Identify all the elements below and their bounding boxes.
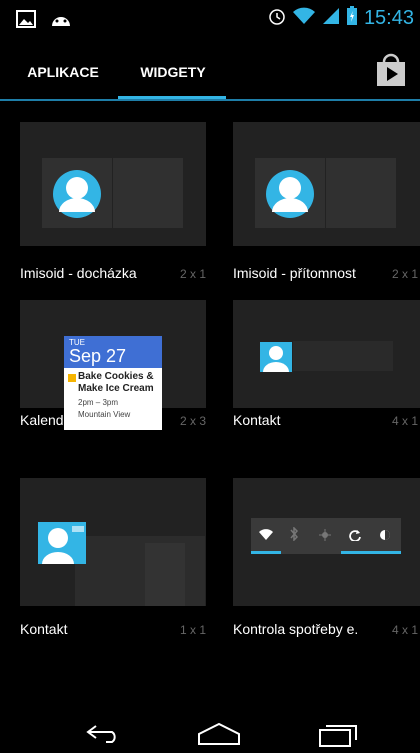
- bluetooth-icon: [289, 526, 299, 546]
- android-icon: [50, 11, 72, 32]
- widget-preview: [233, 300, 420, 408]
- gps-icon: [319, 528, 331, 546]
- power-control-bar: [251, 518, 401, 554]
- home-icon[interactable]: [196, 722, 242, 751]
- signal-icon: [322, 7, 340, 30]
- clock: 15:43: [363, 7, 414, 29]
- widget-name: Imisoid - přítomnost: [233, 265, 356, 281]
- widget-preview: [20, 122, 206, 246]
- contact-avatar-icon: [53, 170, 101, 223]
- sync-icon: [349, 528, 361, 546]
- recents-icon[interactable]: [318, 720, 360, 753]
- widget-name: Imisoid - docházka: [20, 265, 137, 281]
- widget-name: Kontrola spotřeby e.: [233, 621, 359, 637]
- alarm-icon: [268, 7, 286, 30]
- battery-charging-icon: [346, 6, 358, 31]
- contact-card-icon: [260, 342, 292, 377]
- play-store-icon[interactable]: [374, 52, 408, 93]
- calendar-event-card: Bake Cookies & Make Ice Cream 2pm – 3pm …: [64, 368, 162, 430]
- widget-item[interactable]: TUE Sep 27 Bake Cookies & Make Ice Cream…: [20, 300, 206, 430]
- widget-size: 4 x 1: [391, 414, 418, 428]
- calendar-event-title: Bake Cookies & Make Ice Cream: [78, 371, 154, 394]
- widget-name: Kontakt: [20, 621, 68, 637]
- brightness-icon: [379, 528, 391, 546]
- wifi-icon: [292, 7, 316, 30]
- widget-item[interactable]: Kontakt 4 x 1: [233, 300, 420, 430]
- widget-size: 2 x 1: [179, 267, 206, 281]
- widget-item[interactable]: Imisoid - docházka 2 x 1: [20, 122, 206, 281]
- widget-preview: [20, 478, 206, 606]
- contact-avatar-icon: [266, 170, 314, 223]
- tab-bar: APLIKACE WIDGETY: [0, 38, 420, 101]
- widget-name: Kontakt: [233, 412, 281, 428]
- calendar-date: Sep 27: [69, 346, 127, 366]
- widget-name: Kalendář: [20, 412, 77, 428]
- widget-preview: TUE Sep 27 Bake Cookies & Make Ice Cream…: [20, 300, 206, 430]
- gallery-icon: [16, 10, 36, 33]
- widget-size: 4 x 1: [391, 623, 418, 637]
- widget-item[interactable]: Imisoid - přítomnost 2 x 1: [233, 122, 420, 281]
- calendar-event-location: Mountain View: [78, 410, 131, 419]
- contact-card-icon: [38, 522, 86, 569]
- calendar-header: TUE Sep 27: [64, 336, 162, 368]
- widget-size: 1 x 1: [179, 623, 206, 637]
- widget-preview: [233, 478, 420, 606]
- status-bar: 15:43: [0, 0, 420, 38]
- widget-size: 2 x 3: [179, 414, 206, 428]
- tab-apps[interactable]: APLIKACE: [8, 38, 118, 100]
- widget-size: 2 x 1: [391, 267, 418, 281]
- wifi-icon: [259, 528, 273, 546]
- tab-bar-divider: [0, 99, 420, 101]
- widget-item[interactable]: Kontakt 1 x 1: [20, 478, 206, 638]
- calendar-event-time: 2pm – 3pm: [78, 398, 119, 407]
- widget-preview: [233, 122, 420, 246]
- back-icon[interactable]: [84, 722, 124, 749]
- navigation-bar: [0, 700, 420, 753]
- tab-widgets[interactable]: WIDGETY: [118, 38, 228, 100]
- widget-item[interactable]: Kontrola spotřeby e. 4 x 1: [233, 478, 420, 638]
